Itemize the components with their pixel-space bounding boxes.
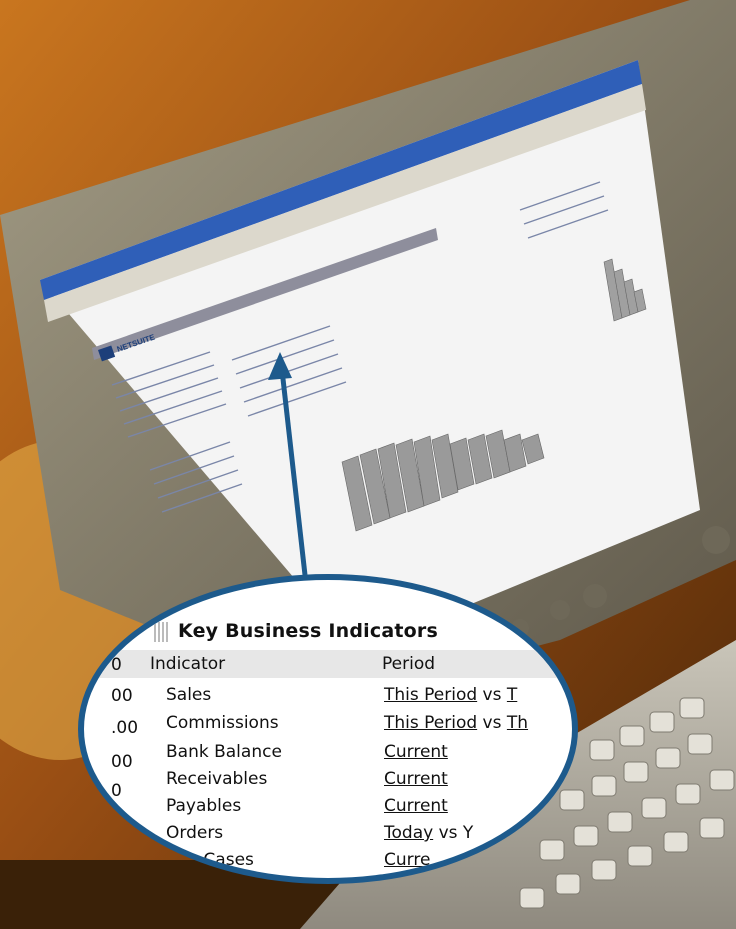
period-link[interactable]: This Period <box>384 713 477 733</box>
kbi-row-payables: Payables Current <box>166 796 448 816</box>
left-edge-value: 0 <box>111 655 122 675</box>
kbi-row-receivables: Receivables Current <box>166 769 448 789</box>
period-link[interactable]: This Period <box>384 685 477 705</box>
left-edge-value: 0 <box>111 781 122 801</box>
period-link[interactable]: Today <box>384 823 433 843</box>
period-link[interactable]: Curre <box>384 850 430 870</box>
kbi-title: Key Business Indicators <box>178 620 438 642</box>
period-link[interactable]: T <box>507 685 517 705</box>
kbi-row-sales: Sales This Period vs T <box>166 685 518 705</box>
period-link[interactable]: Th <box>507 713 528 733</box>
col-period: Period <box>382 654 436 674</box>
period-link[interactable]: Current <box>384 769 448 789</box>
kbi-header-row: Indicator Period <box>84 650 572 678</box>
left-edge-value: 00 <box>111 752 133 772</box>
kbi-row-commissions: Commissions This Period vs Th <box>166 713 529 733</box>
kbi-row-open-cases: pen Cases Curre <box>166 850 431 870</box>
kbi-row-orders: Orders Today vs Y <box>166 823 474 843</box>
magnified-callout: Key Business Indicators Indicator Period… <box>78 574 578 884</box>
period-link[interactable]: Current <box>384 796 448 816</box>
kbi-row-bank-balance: Bank Balance Current <box>166 742 448 762</box>
col-indicator: Indicator <box>150 654 226 674</box>
period-link[interactable]: Current <box>384 742 448 762</box>
left-edge-value: 00 <box>111 686 133 706</box>
left-edge-value: .00 <box>111 718 139 738</box>
